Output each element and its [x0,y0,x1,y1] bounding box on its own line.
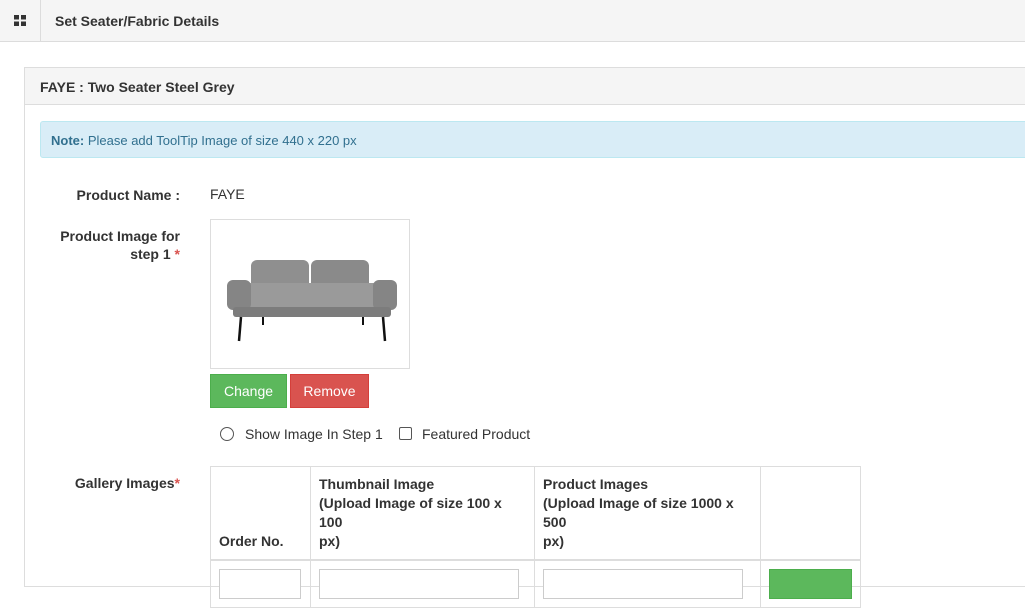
gallery-table: Order No. Thumbnail Image (Upload Image … [210,466,861,608]
remove-button[interactable]: Remove [290,374,369,408]
table-row [210,559,861,608]
change-button[interactable]: Change [210,374,287,408]
grid-icon [14,15,26,26]
details-panel: FAYE : Two Seater Steel Grey Note: Pleas… [24,67,1025,608]
panel-title: FAYE : Two Seater Steel Grey [40,79,235,95]
top-bar: Set Seater/Fabric Details [0,0,1025,42]
header-action [760,466,861,561]
header-thumbnail: Thumbnail Image (Upload Image of size 10… [310,466,535,561]
show-image-label: Show Image In Step 1 [245,426,383,442]
menu-toggle-button[interactable] [0,0,41,41]
featured-checkbox[interactable] [399,427,412,440]
order-no-input[interactable] [219,569,301,599]
page-title: Set Seater/Fabric Details [55,13,220,29]
show-image-radio[interactable] [220,427,234,441]
gallery-images-label: Gallery Images* [74,475,180,491]
product-name-label: Product Name : [76,187,180,203]
sofa-image [227,260,397,342]
product-image-preview [210,219,410,369]
header-order-no: Order No. [210,466,311,561]
note-text: Please add ToolTip Image of size 440 x 2… [84,133,357,148]
header-product-images: Product Images (Upload Image of size 100… [534,466,761,561]
add-row-button[interactable] [769,569,852,599]
product-image-label: Product Image for step 1 * [60,228,180,262]
product-image-file-input[interactable] [543,569,743,599]
featured-label: Featured Product [422,426,531,442]
note-prefix: Note: [51,133,85,148]
info-note: Note: Please add ToolTip Image of size 4… [40,121,1025,158]
thumbnail-file-input[interactable] [319,569,519,599]
table-header-row: Order No. Thumbnail Image (Upload Image … [210,466,861,561]
panel-header: FAYE : Two Seater Steel Grey [25,68,1025,105]
required-mark: * [174,246,180,262]
product-name-value: FAYE [210,186,245,202]
